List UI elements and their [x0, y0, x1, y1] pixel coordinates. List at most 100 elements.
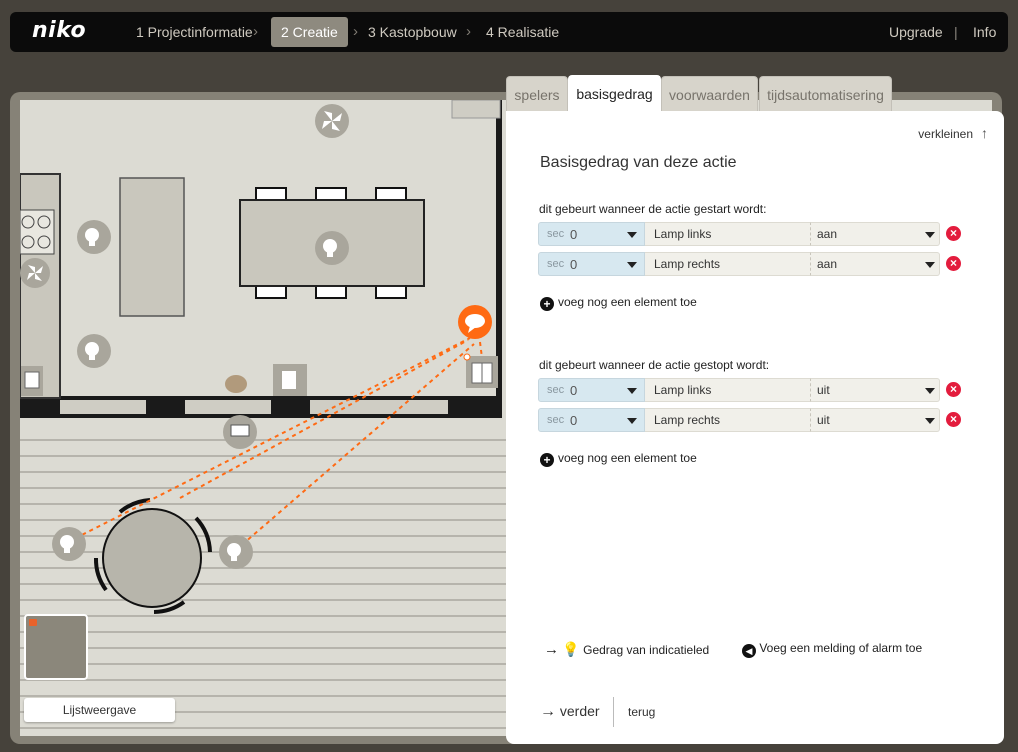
element-field[interactable]: Lamp rechts	[645, 252, 810, 276]
state-value: aan	[817, 227, 838, 241]
remove-row-icon[interactable]: ×	[946, 412, 961, 427]
footer-divider	[613, 697, 614, 727]
delay-unit: sec	[547, 414, 565, 426]
lamp-icon[interactable]	[315, 231, 349, 265]
tab-voorwaarden[interactable]: voorwaarden	[661, 76, 758, 112]
state-select[interactable]: aan	[810, 252, 940, 276]
state-select[interactable]: aan	[810, 222, 940, 246]
tab-basisgedrag[interactable]: basisgedrag	[568, 75, 661, 115]
step-kastopbouw[interactable]: 3 Kastopbouw	[358, 17, 467, 47]
panel-title: Basisgedrag van deze actie	[540, 154, 737, 171]
tab-spelers[interactable]: spelers	[506, 76, 568, 112]
action-row: sec 0 Lamp rechts uit ×	[538, 408, 961, 432]
state-value: uit	[817, 413, 830, 427]
element-field[interactable]: Lamp rechts	[645, 408, 810, 432]
arrow-right-icon: →	[544, 641, 559, 658]
chevron-right-icon: ›	[466, 23, 471, 40]
top-navigation-bar: niko 1 Projectinformatie › 2 Creatie › 3…	[10, 12, 1008, 52]
back-button[interactable]: terug	[628, 705, 655, 719]
stop-section-label: dit gebeurt wanneer de actie gestopt wor…	[539, 358, 770, 372]
lamp-icon[interactable]	[52, 527, 86, 561]
delay-unit: sec	[547, 258, 565, 270]
add-element-start-button[interactable]: + voeg nog een element toe	[540, 295, 697, 311]
plus-icon: +	[540, 297, 554, 311]
delay-value: 0	[570, 227, 578, 242]
plus-icon: +	[540, 453, 554, 467]
remove-row-icon[interactable]: ×	[946, 256, 961, 271]
remove-row-icon[interactable]: ×	[946, 382, 961, 397]
nav-separator: |	[954, 24, 958, 40]
fan-icon[interactable]	[315, 104, 349, 138]
delay-select[interactable]: sec 0	[538, 252, 645, 276]
step-projectinformatie[interactable]: 1 Projectinformatie	[126, 17, 263, 47]
indicator-led-link[interactable]: → 💡 Gedrag van indicatieled	[544, 641, 709, 658]
chevron-down-icon	[925, 388, 935, 394]
state-select[interactable]: uit	[810, 378, 940, 402]
tab-tijdsautomatisering[interactable]: tijdsautomatisering	[759, 76, 892, 112]
lamp-icon[interactable]	[77, 334, 111, 368]
lamp-icon[interactable]	[77, 220, 111, 254]
element-name: Lamp links	[654, 227, 712, 241]
active-trigger-icon[interactable]	[458, 305, 492, 339]
start-section-label: dit gebeurt wanneer de actie gestart wor…	[539, 202, 767, 216]
delay-value: 0	[570, 257, 578, 272]
list-view-button[interactable]: Lijstweergave	[24, 698, 175, 722]
switch-icon[interactable]	[21, 366, 43, 396]
upgrade-link[interactable]: Upgrade	[889, 17, 943, 47]
element-field[interactable]: Lamp links	[645, 222, 810, 246]
indicator-led-icon: 💡	[562, 641, 580, 657]
next-button[interactable]: → verder	[540, 703, 600, 721]
action-row: sec 0 Lamp rechts aan ×	[538, 252, 961, 276]
remove-row-icon[interactable]: ×	[946, 226, 961, 241]
step-creatie[interactable]: 2 Creatie	[271, 17, 348, 47]
fan-icon[interactable]	[20, 258, 50, 288]
chevron-down-icon	[925, 232, 935, 238]
collapse-label: verkleinen	[918, 127, 973, 141]
delay-select[interactable]: sec 0	[538, 408, 645, 432]
audio-unit-icon[interactable]	[273, 364, 307, 396]
arrow-right-icon: →	[540, 703, 556, 720]
delay-unit: sec	[547, 384, 565, 396]
chevron-down-icon	[627, 388, 637, 394]
delay-select[interactable]: sec 0	[538, 222, 645, 246]
step-realisatie[interactable]: 4 Realisatie	[476, 17, 569, 47]
speech-bubble-icon[interactable]	[225, 375, 247, 393]
element-field[interactable]: Lamp links	[645, 378, 810, 402]
add-element-label: voeg nog een element toe	[558, 295, 697, 309]
collapse-panel-button[interactable]: verkleinen ↑	[918, 125, 988, 141]
chevron-down-icon	[925, 418, 935, 424]
element-name: Lamp links	[654, 383, 712, 397]
delay-value: 0	[570, 413, 578, 428]
minimap[interactable]	[24, 614, 88, 680]
add-alarm-label: Voeg een melding of alarm toe	[759, 641, 923, 655]
action-row: sec 0 Lamp links uit ×	[538, 378, 961, 402]
indicator-led-label: Gedrag van indicatieled	[583, 643, 710, 657]
niko-logo[interactable]: niko	[32, 18, 86, 43]
arrow-up-icon: ↑	[981, 125, 988, 141]
add-element-stop-button[interactable]: + voeg nog een element toe	[540, 451, 697, 467]
info-link[interactable]: Info	[973, 17, 996, 47]
chevron-down-icon	[627, 418, 637, 424]
lamp-icon[interactable]	[219, 535, 253, 569]
chevron-down-icon	[627, 262, 637, 268]
element-name: Lamp rechts	[654, 257, 721, 271]
minimap-marker	[29, 619, 37, 626]
delay-select[interactable]: sec 0	[538, 378, 645, 402]
state-value: aan	[817, 257, 838, 271]
element-name: Lamp rechts	[654, 413, 721, 427]
state-select[interactable]: uit	[810, 408, 940, 432]
switch-icon[interactable]	[463, 353, 498, 388]
chevron-down-icon	[627, 232, 637, 238]
add-element-label: voeg nog een element toe	[558, 451, 697, 465]
add-alarm-link[interactable]: ◀ Voeg een melding of alarm toe	[742, 641, 922, 658]
state-value: uit	[817, 383, 830, 397]
delay-unit: sec	[547, 228, 565, 240]
shutter-icon[interactable]	[223, 415, 257, 449]
action-row: sec 0 Lamp links aan ×	[538, 222, 961, 246]
chevron-right-icon: ›	[253, 23, 258, 40]
alarm-icon: ◀	[742, 644, 756, 658]
chevron-down-icon	[925, 262, 935, 268]
next-label: verder	[559, 703, 600, 719]
delay-value: 0	[570, 383, 578, 398]
behaviour-panel: verkleinen ↑ Basisgedrag van deze actie d…	[506, 111, 1004, 744]
